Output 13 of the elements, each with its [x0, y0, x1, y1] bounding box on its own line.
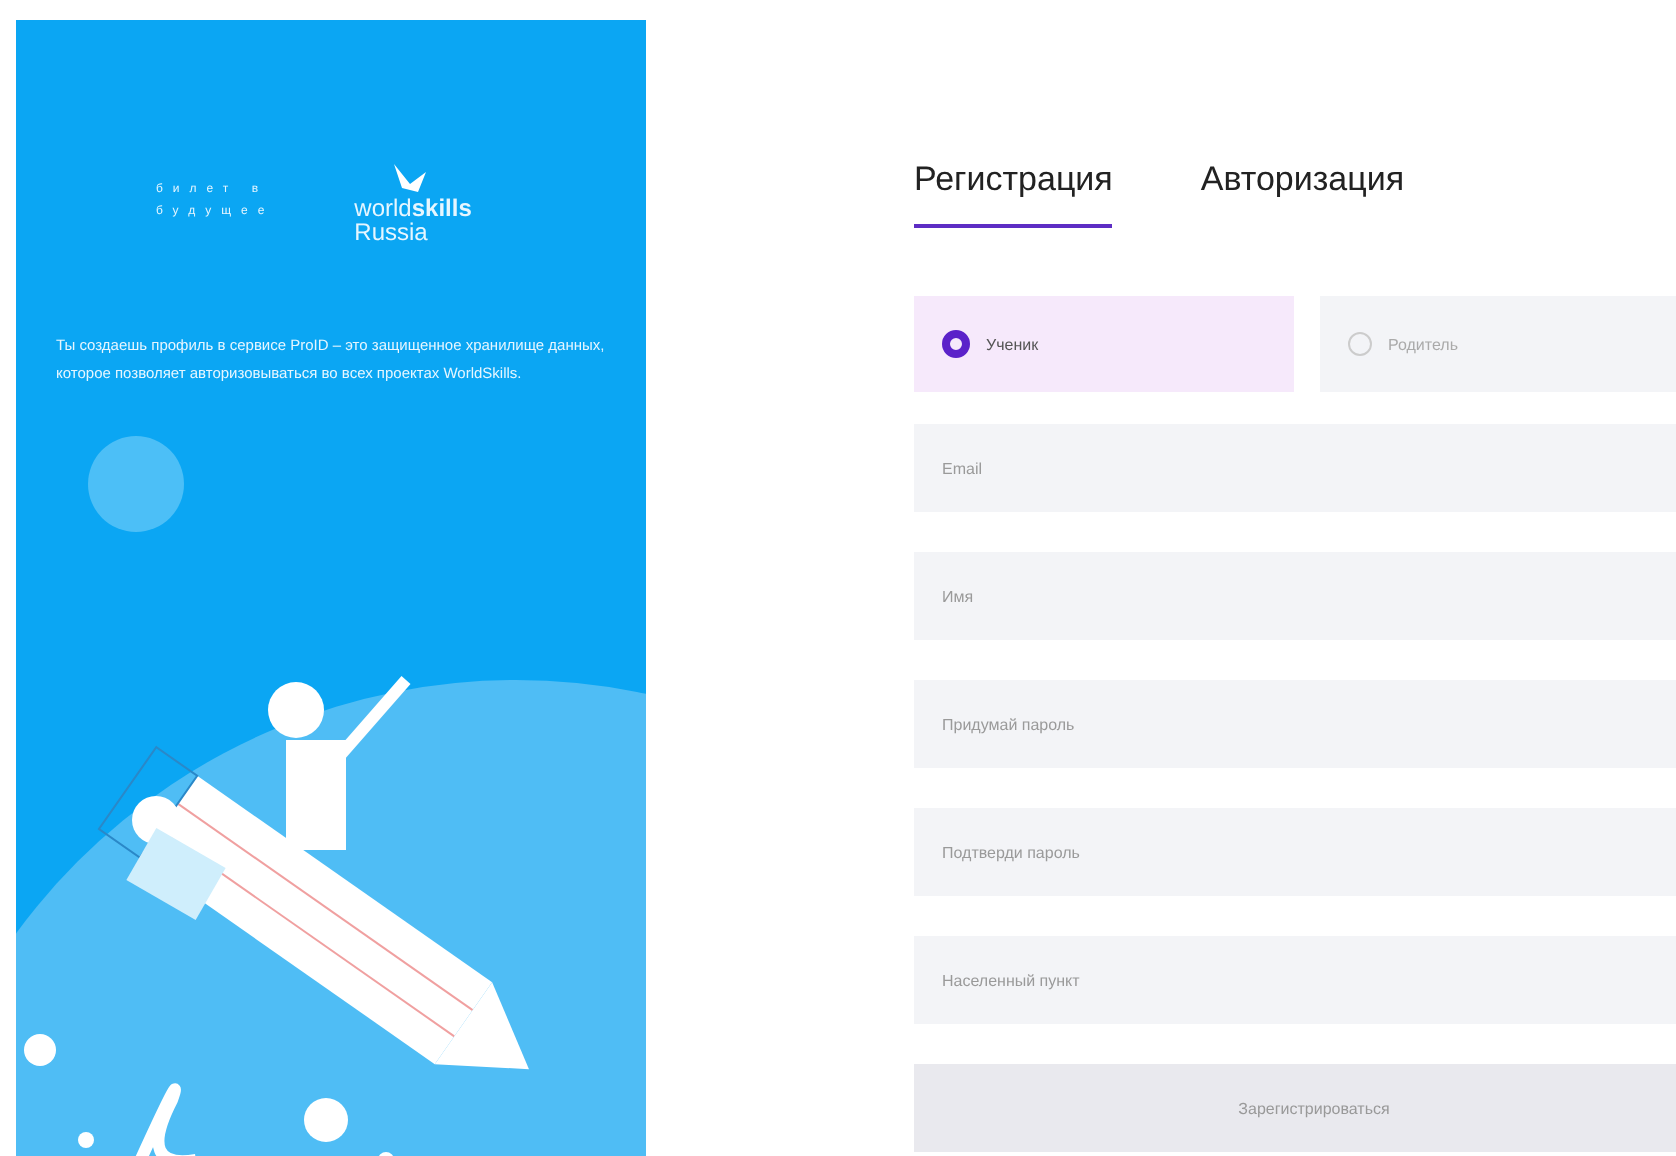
- input-field[interactable]: Имя: [914, 552, 1676, 640]
- input-field[interactable]: Населенный пункт: [914, 936, 1676, 1024]
- radio-icon: [942, 330, 970, 358]
- swallow-logo-icon: [390, 160, 431, 196]
- logo-text: worldskills: [354, 196, 472, 220]
- input-field[interactable]: Подтверди пароль: [914, 808, 1676, 896]
- tab[interactable]: Авторизация: [1200, 160, 1405, 228]
- tab[interactable]: Регистрация: [914, 160, 1113, 228]
- input-field[interactable]: Придумай пароль: [914, 680, 1676, 768]
- input-field[interactable]: Email: [914, 424, 1676, 512]
- role-radio[interactable]: Ученик: [914, 296, 1294, 392]
- radio-icon: [1348, 332, 1372, 356]
- logo-text: Russia: [354, 220, 428, 244]
